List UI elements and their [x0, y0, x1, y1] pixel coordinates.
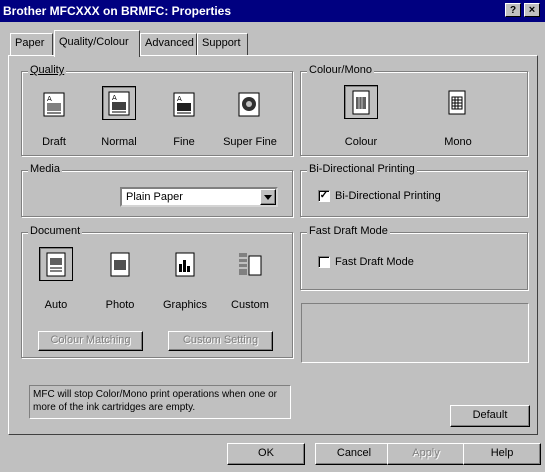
tab-quality-colour[interactable]: Quality/Colour: [54, 30, 140, 57]
normal-quality-option[interactable]: A: [102, 86, 136, 120]
custom-label: Custom: [231, 299, 269, 311]
custom-setting-button[interactable]: Custom Setting: [168, 331, 273, 351]
svg-text:A: A: [177, 95, 182, 103]
photo-label: Photo: [105, 299, 135, 311]
media-legend: Media: [28, 163, 62, 175]
title-bar[interactable]: Brother MFCXXX on BRMFC: Properties ? ×: [0, 0, 545, 22]
colour-option[interactable]: [344, 85, 378, 119]
graphics-label: Graphics: [162, 299, 208, 311]
svg-text:A: A: [112, 94, 117, 102]
dropdown-arrow-icon: [264, 195, 272, 200]
tab-label: Quality/Colour: [59, 36, 129, 48]
preview-area: [301, 303, 529, 363]
photo-document-option[interactable]: [103, 247, 137, 281]
info-message: MFC will stop Color/Mono print operation…: [29, 385, 291, 419]
media-value: Plain Paper: [126, 191, 183, 203]
colour-matching-button[interactable]: Colour Matching: [38, 331, 143, 351]
chevron-down-icon[interactable]: [260, 189, 276, 205]
tab-support[interactable]: Support: [197, 33, 248, 55]
tab-label: Advanced: [145, 37, 194, 49]
mono-option[interactable]: [440, 85, 474, 119]
help-icon[interactable]: ?: [505, 3, 521, 17]
fine-quality-option[interactable]: A: [167, 87, 201, 121]
tab-advanced[interactable]: Advanced: [140, 33, 197, 55]
normal-quality-icon: A: [108, 91, 130, 116]
draft-label: Draft: [42, 136, 66, 148]
bidirectional-label[interactable]: Bi-Directional Printing: [335, 190, 441, 202]
svg-text:A: A: [47, 95, 52, 103]
draft-quality-option[interactable]: A: [37, 87, 71, 121]
help-button[interactable]: Help: [463, 443, 541, 465]
super-fine-quality-option[interactable]: [232, 87, 266, 121]
graphics-document-option[interactable]: [168, 247, 202, 281]
media-select[interactable]: Plain Paper: [120, 187, 278, 207]
close-icon[interactable]: ×: [524, 3, 540, 17]
bidirectional-checkbox[interactable]: ✓: [318, 190, 330, 202]
fine-quality-icon: A: [173, 92, 195, 117]
fast-draft-label[interactable]: Fast Draft Mode: [335, 256, 414, 268]
apply-button[interactable]: Apply: [387, 443, 465, 465]
bidirectional-legend: Bi-Directional Printing: [307, 163, 417, 175]
mono-label: Mono: [444, 136, 472, 148]
colour-label: Colour: [344, 136, 378, 148]
mono-icon: [448, 90, 466, 115]
fast-draft-checkbox[interactable]: [318, 256, 330, 268]
quality-legend: Quality: [28, 64, 67, 76]
quality-legend-text: Quality: [30, 64, 65, 76]
colour-icon: [352, 90, 370, 115]
graphics-document-icon: [175, 252, 195, 277]
super-fine-label: Super Fine: [223, 136, 277, 148]
auto-document-option[interactable]: [39, 247, 73, 281]
auto-label: Auto: [44, 299, 68, 311]
super-fine-quality-icon: [238, 92, 260, 117]
tab-label: Paper: [15, 37, 45, 49]
draft-quality-icon: A: [43, 92, 65, 117]
cancel-button[interactable]: Cancel: [315, 443, 393, 465]
document-legend: Document: [28, 225, 83, 237]
default-button[interactable]: Default: [450, 405, 530, 427]
custom-document-icon: [239, 253, 262, 276]
colour-mono-legend: Colour/Mono: [307, 64, 374, 76]
normal-label: Normal: [101, 136, 137, 148]
auto-document-icon: [46, 252, 66, 277]
ok-button[interactable]: OK: [227, 443, 305, 465]
custom-document-option[interactable]: [233, 247, 267, 281]
window-title: Brother MFCXXX on BRMFC: Properties: [3, 4, 232, 18]
tab-paper[interactable]: Paper: [10, 33, 53, 55]
fast-draft-legend: Fast Draft Mode: [307, 225, 390, 237]
photo-document-icon: [110, 252, 130, 277]
fine-label: Fine: [173, 136, 195, 148]
tab-label: Support: [202, 37, 241, 49]
